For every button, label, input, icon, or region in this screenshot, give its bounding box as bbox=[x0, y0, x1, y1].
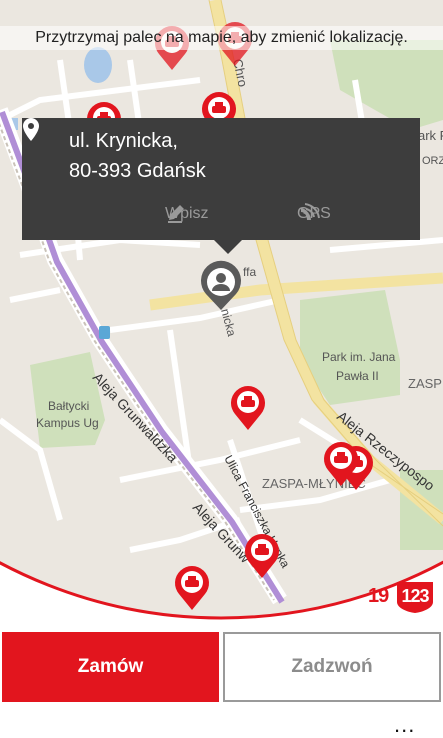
order-button[interactable]: Zamów bbox=[2, 632, 219, 702]
gps-button[interactable]: GPS bbox=[297, 202, 331, 226]
map-view[interactable]: Chro ark P ORZ nicka ffa Park im. Jana P… bbox=[0, 0, 443, 620]
brand-logo-part1: 19 bbox=[368, 585, 389, 607]
pencil-icon bbox=[168, 205, 184, 223]
location-popup: ul. Krynicka, 80-393 Gdańsk Wpisz GPS bbox=[22, 118, 420, 254]
address-city: 80-393 Gdańsk bbox=[69, 160, 206, 182]
call-button[interactable]: Zadzwoń bbox=[223, 632, 441, 702]
brand-logo-part2: 123 bbox=[401, 586, 429, 606]
address-street: ul. Krynicka, bbox=[69, 130, 178, 152]
map-label-zaspa: ZASP bbox=[408, 376, 442, 391]
manual-entry-button[interactable]: Wpisz bbox=[165, 202, 209, 226]
tram-stop-icon bbox=[99, 326, 110, 339]
map-canvas[interactable]: Chro ark P ORZ nicka ffa Park im. Jana P… bbox=[0, 0, 443, 620]
location-pin-icon bbox=[23, 118, 39, 141]
map-label-park: ark P bbox=[418, 128, 443, 143]
gps-icon bbox=[301, 203, 320, 220]
map-label-district: ORZ bbox=[422, 155, 443, 167]
map-hint-text: Przytrzymaj palec na mapie, aby zmienić … bbox=[0, 26, 443, 50]
brand-logo: 19 123 bbox=[368, 578, 436, 616]
more-options-button[interactable]: ... bbox=[394, 712, 415, 738]
map-label-street: ffa bbox=[243, 265, 256, 279]
